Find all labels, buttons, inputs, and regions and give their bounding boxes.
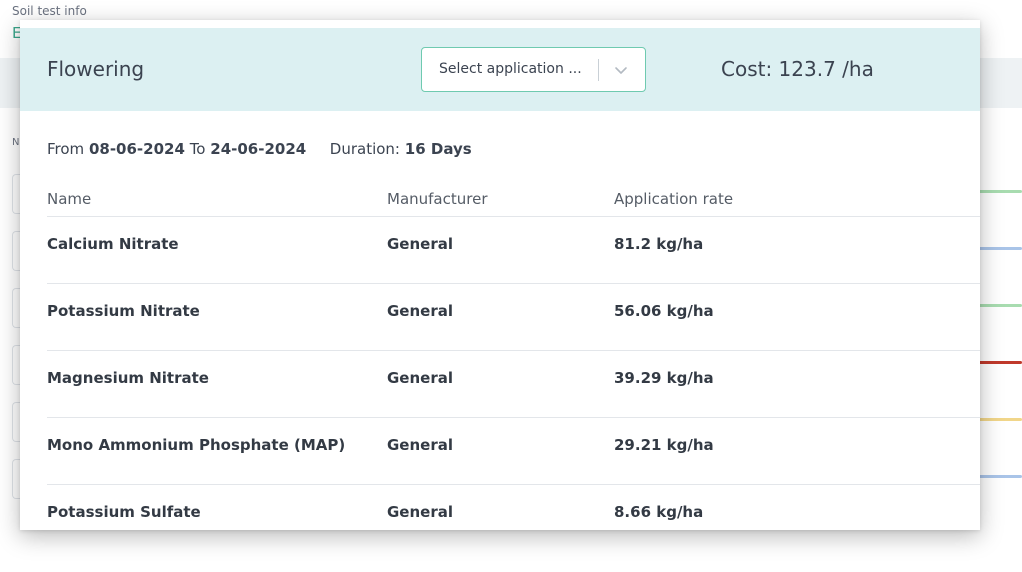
application-select-placeholder: Select application ... [439,61,582,77]
to-date: 24-06-2024 [210,140,307,158]
select-separator [598,59,599,81]
product-name: Calcium Nitrate [47,235,179,253]
product-name: Magnesium Nitrate [47,369,209,387]
from-date: 08-06-2024 [88,140,185,158]
product-manufacturer: General [387,235,453,253]
soil-test-info-heading: Soil test info [12,4,87,18]
product-application-rate: 8.66 kg/ha [614,503,704,521]
product-name: Potassium Nitrate [47,302,200,320]
product-manufacturer: General [387,436,453,454]
product-name: Mono Ammonium Phosphate (MAP) [47,436,346,454]
from-label: From [47,140,85,158]
product-manufacturer: General [387,302,453,320]
stage-title: Flowering [47,57,145,81]
product-manufacturer: General [387,503,453,521]
duration-value: 16 Days [404,140,472,158]
column-header-manufacturer: Manufacturer [387,190,488,208]
column-header-name: Name [47,190,92,208]
stage-details-modal: Flowering Select application ... Cost: 1… [20,20,980,530]
product-name: Potassium Sulfate [47,503,201,521]
product-application-rate: 81.2 kg/ha [614,235,704,253]
product-application-rate: 56.06 kg/ha [614,302,714,320]
table-row: Magnesium Nitrate General 39.29 kg/ha [47,351,980,418]
column-header-application-rate: Application rate [614,190,734,208]
product-application-rate: 39.29 kg/ha [614,369,714,387]
product-manufacturer: General [387,369,453,387]
table-header: Name Manufacturer Application rate [47,190,980,216]
table-row: Potassium Nitrate General 56.06 kg/ha [47,284,980,351]
table-row: Potassium Sulfate General 8.66 kg/ha [47,485,980,530]
stage-period: From 08-06-2024 To 24-06-2024 Duration: … [47,140,472,158]
modal-header: Flowering Select application ... Cost: 1… [20,28,980,111]
chevron-down-icon[interactable] [612,61,630,79]
duration-label: Duration: [329,140,400,158]
application-select[interactable]: Select application ... [421,47,646,92]
cost-per-hectare: Cost: 123.7 /ha [721,57,874,81]
table-row: Mono Ammonium Phosphate (MAP) General 29… [47,418,980,485]
to-label: To [189,140,206,158]
table-row: Calcium Nitrate General 81.2 kg/ha [47,217,980,284]
product-application-rate: 29.21 kg/ha [614,436,714,454]
background-partial-label: N [12,137,20,148]
